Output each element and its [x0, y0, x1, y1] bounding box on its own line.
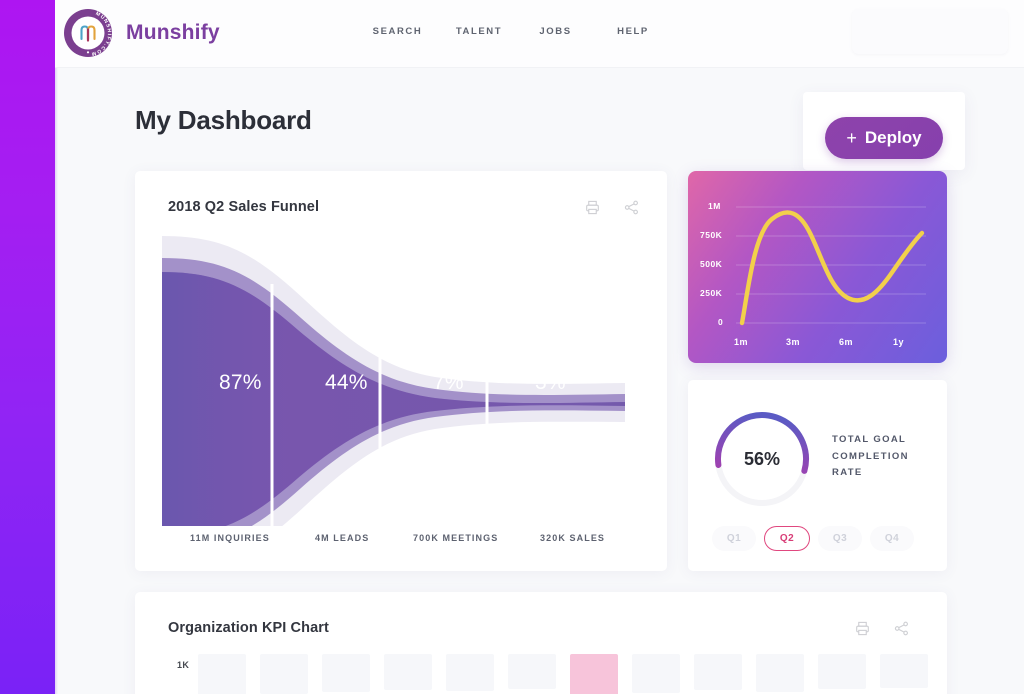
kpi-card-actions — [855, 621, 909, 636]
quarter-pill-q2[interactable]: Q2 — [764, 526, 810, 551]
funnel-value-3: 3% — [535, 371, 566, 394]
funnel-stage-label-1: 4M LEADS — [315, 533, 370, 543]
funnel-stage-label-0: 11M INQUIRIES — [190, 533, 270, 543]
line-ytick-250k: 250K — [700, 288, 723, 298]
kpi-y-axis-label: 1K — [177, 660, 190, 670]
line-xtick-3m: 3m — [786, 337, 801, 347]
kpi-bar-9[interactable] — [756, 654, 804, 692]
kpi-bar-10[interactable] — [818, 654, 866, 689]
kpi-bar-11[interactable] — [880, 654, 928, 688]
kpi-bar-0[interactable] — [198, 654, 246, 694]
kpi-bar-2[interactable] — [322, 654, 370, 692]
dashboard-page: MUNSHIFY.COM Munshify SEARCH TALENT JOBS… — [0, 0, 1024, 694]
nav-item-help[interactable]: HELP — [593, 26, 673, 37]
line-chart — [736, 206, 926, 326]
kpi-bar-5[interactable] — [508, 654, 556, 689]
munshify-circular-logo-icon: MUNSHIFY.COM — [62, 7, 114, 59]
quarter-selector: Q1 Q2 Q3 Q4 — [712, 526, 914, 551]
line-ytick-0: 0 — [718, 317, 724, 327]
funnel-value-2: 7% — [433, 371, 464, 394]
growth-line-chart-card: 1M 750K 500K 250K 0 1m 3m 6m 1y — [688, 171, 947, 363]
line-xtick-6m: 6m — [839, 337, 854, 347]
header-search-input[interactable] — [852, 9, 1008, 54]
kpi-bar-8[interactable] — [694, 654, 742, 690]
donut-center-value: 56% — [743, 448, 781, 469]
kpi-card-title: Organization KPI Chart — [168, 620, 329, 636]
funnel-value-0: 87% — [219, 371, 262, 394]
organization-kpi-card: Organization KPI Chart 1K — [135, 592, 947, 694]
funnel-value-1: 44% — [325, 371, 368, 394]
share-icon[interactable] — [894, 621, 909, 636]
line-xtick-1m: 1m — [734, 337, 749, 347]
funnel-card-title: 2018 Q2 Sales Funnel — [168, 199, 320, 215]
line-ytick-1m: 1M — [708, 201, 721, 211]
line-xtick-1y: 1y — [893, 337, 905, 347]
funnel-chart — [162, 236, 625, 526]
donut-caption: TOTAL GOAL COMPLETION RATE — [832, 434, 909, 479]
kpi-card-header: Organization KPI Chart — [168, 620, 909, 636]
app-header: MUNSHIFY.COM Munshify SEARCH TALENT JOBS… — [55, 0, 1024, 68]
goal-completion-card: 56% TOTAL GOAL COMPLETION RATE Q1 Q2 Q3 … — [688, 380, 947, 571]
funnel-card-header: 2018 Q2 Sales Funnel — [168, 199, 639, 215]
line-ytick-750k: 750K — [700, 230, 723, 240]
quarter-pill-q3[interactable]: Q3 — [818, 526, 862, 551]
share-icon[interactable] — [624, 200, 639, 215]
printer-icon[interactable] — [855, 621, 870, 636]
kpi-bar-6[interactable] — [570, 654, 618, 694]
nav-item-search[interactable]: SEARCH — [355, 26, 440, 37]
printer-icon[interactable] — [585, 200, 600, 215]
quarter-pill-q1[interactable]: Q1 — [712, 526, 756, 551]
deploy-button[interactable]: + Deploy — [825, 117, 943, 159]
sales-funnel-card: 2018 Q2 Sales Funnel 87% 44% 7% 3% 11M I… — [135, 171, 667, 571]
nav-item-talent[interactable]: TALENT — [440, 26, 518, 37]
left-accent-rail — [0, 0, 55, 694]
quarter-pill-q4[interactable]: Q4 — [870, 526, 914, 551]
deploy-button-label: Deploy — [864, 128, 922, 147]
kpi-bar-7[interactable] — [632, 654, 680, 693]
plus-icon: + — [846, 128, 857, 148]
funnel-stage-label-2: 700K MEETINGS — [413, 533, 499, 543]
funnel-stage-label-3: 320K SALES — [540, 533, 606, 543]
kpi-bar-group — [198, 654, 928, 694]
brand-name: Munshify — [126, 21, 220, 44]
line-series-growth — [739, 210, 925, 326]
rail-shadow — [55, 0, 58, 694]
kpi-bar-1[interactable] — [260, 654, 308, 694]
kpi-bar-3[interactable] — [384, 654, 432, 690]
brand[interactable]: MUNSHIFY.COM Munshify — [62, 7, 220, 59]
funnel-card-actions — [585, 200, 639, 215]
nav-item-jobs[interactable]: JOBS — [518, 26, 593, 37]
kpi-bar-4[interactable] — [446, 654, 494, 691]
main-nav: SEARCH TALENT JOBS HELP — [355, 26, 673, 37]
page-title: My Dashboard — [135, 105, 312, 135]
line-ytick-500k: 500K — [700, 259, 723, 269]
